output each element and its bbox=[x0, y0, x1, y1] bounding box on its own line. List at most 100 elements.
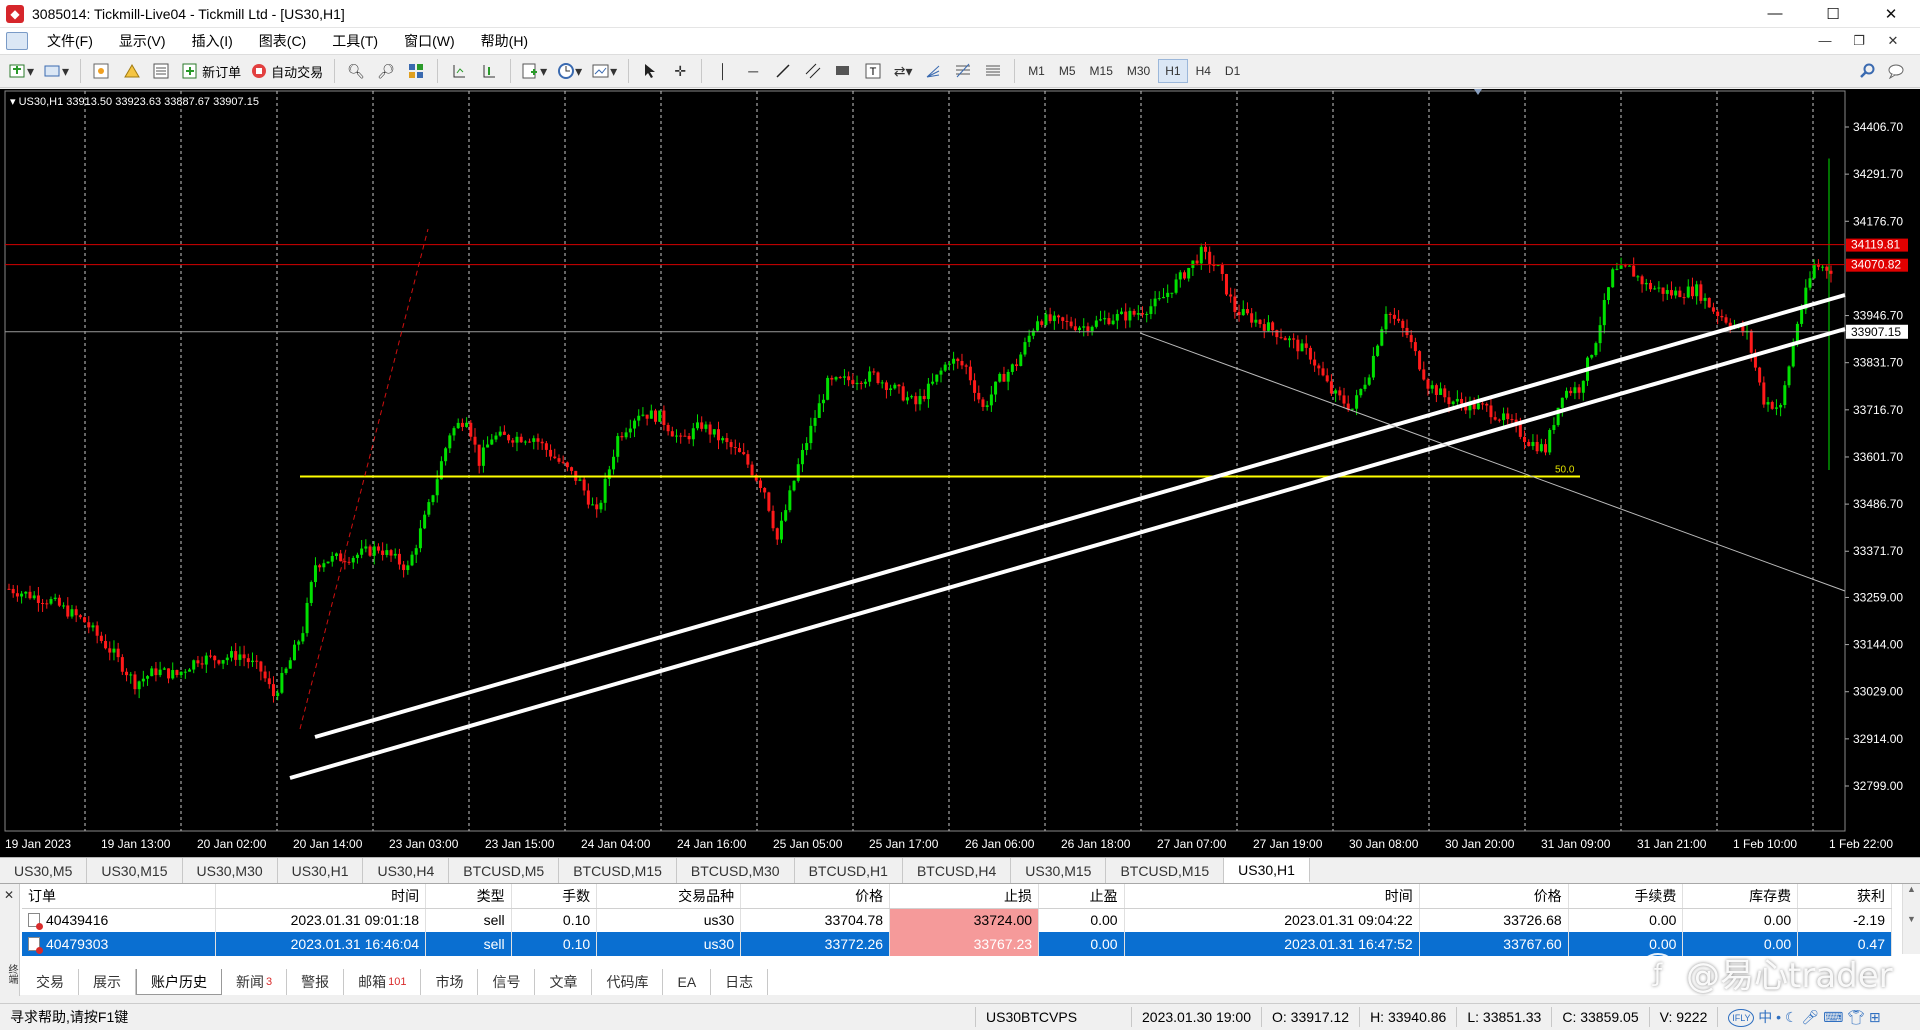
chat-icon[interactable] bbox=[1884, 58, 1910, 84]
symbol-tab[interactable]: BTCUSD,M15 bbox=[1106, 858, 1225, 883]
ime-skin-icon[interactable]: 👕︎ bbox=[1847, 1009, 1865, 1025]
timeframe-m15-button[interactable]: M15 bbox=[1084, 59, 1119, 83]
horizontal-line-icon[interactable]: ─ bbox=[740, 58, 766, 84]
symbol-tab[interactable]: BTCUSD,H1 bbox=[795, 858, 903, 883]
ime-moon-icon[interactable]: ☾ bbox=[1785, 1009, 1798, 1025]
timeframe-m30-button[interactable]: M30 bbox=[1121, 59, 1156, 83]
column-header[interactable]: 手续费 bbox=[1568, 884, 1684, 909]
symbol-tab[interactable]: BTCUSD,M15 bbox=[559, 858, 677, 883]
timeframe-h1-button[interactable]: H1 bbox=[1158, 59, 1188, 83]
terminal-close-icon[interactable]: ✕ bbox=[4, 888, 14, 902]
rectangle-icon[interactable] bbox=[830, 58, 856, 84]
timeframe-m5-button[interactable]: M5 bbox=[1053, 59, 1082, 83]
timeframe-h4-button[interactable]: H4 bbox=[1190, 59, 1217, 83]
terminal-tab[interactable]: 交易 bbox=[22, 969, 79, 995]
chart-window-icon[interactable] bbox=[6, 32, 28, 50]
arrows-icon[interactable]: ⇄▾ bbox=[890, 58, 916, 84]
ime-keyboard-icon[interactable]: ⌨ bbox=[1823, 1009, 1843, 1025]
profiles-icon[interactable]: ▾ bbox=[41, 58, 72, 84]
market-watch-icon[interactable] bbox=[89, 58, 115, 84]
terminal-tab[interactable]: 文章 bbox=[535, 969, 593, 995]
price-chart[interactable]: 19 Jan 2023 19 Jan 13:00 20 Jan 02:00 20 Ja… bbox=[0, 89, 1920, 857]
fibo-fan-icon[interactable] bbox=[920, 58, 946, 84]
menu-tools[interactable]: 工具(T) bbox=[319, 28, 391, 54]
menu-view[interactable]: 显示(V) bbox=[106, 28, 179, 54]
terminal-tab[interactable]: 日志 bbox=[711, 969, 769, 995]
ime-logo-icon[interactable]: IFLY bbox=[1728, 1009, 1755, 1028]
column-header[interactable]: 止盈 bbox=[1038, 884, 1125, 909]
ime-tray-icons[interactable]: IFLY 中 • ☾ 🎤︎ ⌨ 👕︎ ⊞ bbox=[1718, 1007, 1890, 1028]
ime-chinese-mode-icon[interactable]: 中 bbox=[1758, 1009, 1772, 1025]
zoom-out-icon[interactable]: 🔎︎ bbox=[373, 58, 399, 84]
timeframe-d1-button[interactable]: D1 bbox=[1219, 59, 1246, 83]
chart-shift-icon[interactable] bbox=[446, 58, 472, 84]
menu-charts[interactable]: 图表(C) bbox=[246, 28, 319, 54]
order-row[interactable]: 40439416 2023.01.31 09:01:18 sell 0.10 us30 3… bbox=[22, 908, 1892, 932]
menu-insert[interactable]: 插入(I) bbox=[179, 28, 246, 54]
terminal-tab[interactable]: 代码库 bbox=[592, 969, 664, 995]
mdi-close-button[interactable]: ✕ bbox=[1876, 33, 1910, 49]
column-header[interactable]: 时间 bbox=[215, 884, 427, 909]
timeframe-m1-button[interactable]: M1 bbox=[1022, 59, 1051, 83]
symbol-tab[interactable]: US30,H1 bbox=[1224, 858, 1310, 883]
ime-grid-icon[interactable]: ⊞ bbox=[1869, 1009, 1881, 1025]
column-header[interactable]: 时间 bbox=[1124, 884, 1420, 909]
maximize-button[interactable]: ☐ bbox=[1804, 0, 1862, 28]
fibo-levels-icon[interactable] bbox=[980, 58, 1006, 84]
menu-window[interactable]: 窗口(W) bbox=[391, 28, 468, 54]
navigator-icon[interactable] bbox=[119, 58, 145, 84]
minimize-button[interactable]: — bbox=[1746, 0, 1804, 28]
terminal-icon[interactable] bbox=[149, 58, 175, 84]
column-header[interactable]: 订单 bbox=[22, 884, 217, 909]
auto-trading-button[interactable]: 自动交易 bbox=[248, 58, 326, 84]
symbol-tab[interactable]: BTCUSD,H4 bbox=[903, 858, 1012, 883]
tile-windows-icon[interactable] bbox=[403, 58, 429, 84]
terminal-tab[interactable]: EA bbox=[663, 969, 712, 995]
ime-punctuation-icon[interactable]: • bbox=[1776, 1009, 1781, 1025]
candlestick-chart[interactable]: 19 Jan 2023 19 Jan 13:00 20 Jan 02:00 20 Ja… bbox=[0, 89, 1920, 857]
new-chart-icon[interactable]: ▾ bbox=[6, 58, 37, 84]
column-header[interactable]: 止损 bbox=[889, 884, 1040, 909]
symbol-tab[interactable]: US30,H1 bbox=[278, 858, 364, 883]
symbol-tab[interactable]: US30,M15 bbox=[1011, 858, 1107, 883]
close-button[interactable]: ✕ bbox=[1862, 0, 1920, 28]
column-header[interactable]: 类型 bbox=[425, 884, 512, 909]
terminal-tab[interactable]: 邮箱 101 bbox=[344, 969, 422, 995]
terminal-tab[interactable]: 信号 bbox=[478, 969, 536, 995]
status-profile[interactable]: US30BTCVPS bbox=[976, 1009, 1131, 1025]
autoscroll-icon[interactable] bbox=[476, 58, 502, 84]
terminal-tab[interactable]: 警报 bbox=[287, 969, 345, 995]
mdi-minimize-button[interactable]: — bbox=[1808, 33, 1842, 49]
symbol-tab[interactable]: US30,H4 bbox=[363, 858, 450, 883]
menu-help[interactable]: 帮助(H) bbox=[468, 28, 541, 54]
mdi-restore-button[interactable]: ❐ bbox=[1842, 33, 1876, 49]
equidistant-channel-icon[interactable] bbox=[800, 58, 826, 84]
symbol-tab[interactable]: BTCUSD,M5 bbox=[449, 858, 560, 883]
crosshair-icon[interactable]: ✛ bbox=[667, 58, 693, 84]
column-header[interactable]: 手数 bbox=[511, 884, 598, 909]
new-order-button[interactable]: 新订单 bbox=[179, 58, 244, 84]
column-header[interactable]: 获利 bbox=[1797, 884, 1892, 909]
column-header[interactable]: 交易品种 bbox=[596, 884, 742, 909]
column-header[interactable]: 库存费 bbox=[1682, 884, 1799, 909]
text-icon[interactable]: T bbox=[860, 58, 886, 84]
symbol-tab[interactable]: US30,M15 bbox=[87, 858, 183, 883]
order-row[interactable]: 40479303 2023.01.31 16:46:04 sell 0.10 us30 3… bbox=[22, 932, 1892, 956]
symbol-tab[interactable]: US30,M5 bbox=[0, 858, 88, 883]
templates-icon[interactable]: ▾ bbox=[589, 58, 620, 84]
periods-clock-icon[interactable]: ▾ bbox=[554, 58, 585, 84]
trendline-icon[interactable] bbox=[770, 58, 796, 84]
terminal-scrollbar[interactable]: ▲ ▼ bbox=[1902, 884, 1920, 954]
search-icon[interactable] bbox=[1854, 58, 1880, 84]
indicators-icon[interactable]: ▾ bbox=[519, 58, 550, 84]
fibo-retracement-icon[interactable] bbox=[950, 58, 976, 84]
vertical-line-icon[interactable]: │ bbox=[710, 58, 736, 84]
cursor-icon[interactable] bbox=[637, 58, 663, 84]
terminal-tab[interactable]: 新闻 3 bbox=[222, 969, 288, 995]
column-header[interactable]: 价格 bbox=[1419, 884, 1569, 909]
terminal-tab[interactable]: 展示 bbox=[79, 969, 136, 995]
zoom-in-icon[interactable]: 🔍︎ bbox=[343, 58, 369, 84]
menu-file[interactable]: 文件(F) bbox=[34, 28, 106, 54]
terminal-tab[interactable]: 市场 bbox=[421, 969, 479, 995]
symbol-tab[interactable]: BTCUSD,M30 bbox=[677, 858, 795, 883]
